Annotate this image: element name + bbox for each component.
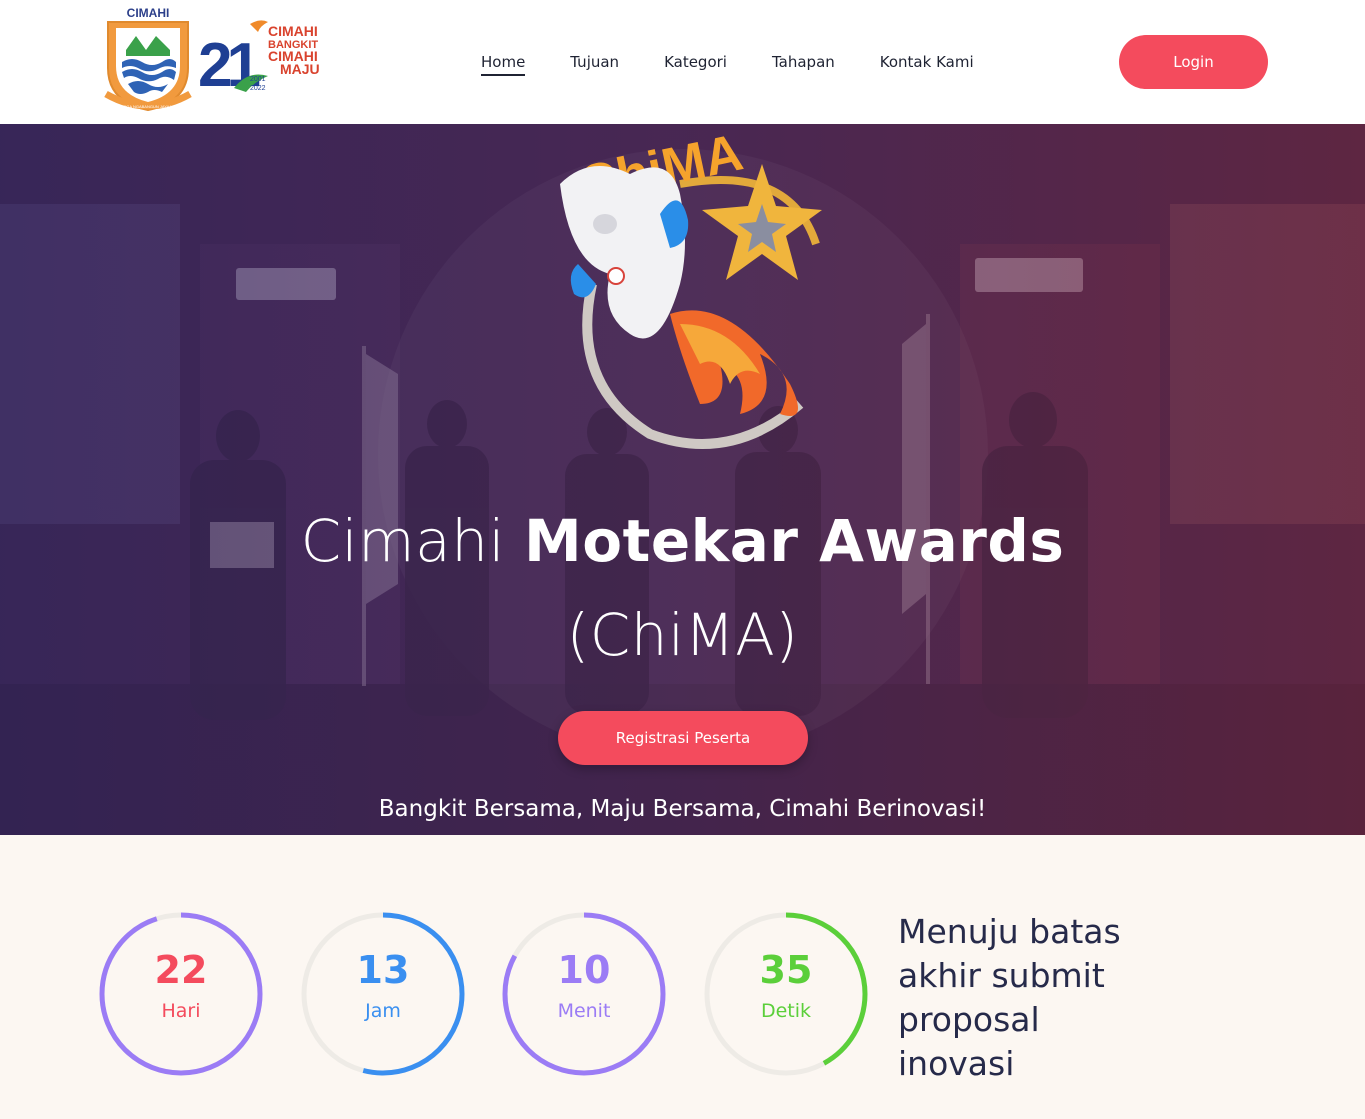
countdown-days-ring bbox=[99, 912, 263, 1076]
site-header: CIMAHI SAMANGGA NGABANGUN JAYA MANDIRI 2… bbox=[0, 0, 1365, 124]
hero-title-bold: Motekar Awards bbox=[524, 507, 1065, 575]
countdown-days-label: Hari bbox=[161, 1000, 201, 1022]
main-nav: Home Tujuan Kategori Tahapan Kontak Kami bbox=[481, 52, 1019, 76]
countdown-seconds: 35 Detik bbox=[702, 910, 870, 1078]
nav-home[interactable]: Home bbox=[481, 52, 526, 76]
countdown-hours-value: 13 bbox=[356, 948, 410, 992]
login-button[interactable]: Login bbox=[1119, 35, 1268, 89]
chima-logo-icon: ChiMA bbox=[560, 124, 822, 449]
countdown-hours-label: Jam bbox=[365, 1000, 401, 1022]
countdown-hours-ring bbox=[301, 912, 465, 1076]
countdown-seconds-ring bbox=[704, 912, 868, 1076]
deadline-text: Menuju batas akhir submit proposal inova… bbox=[898, 912, 1121, 1083]
svg-text:CIMAHI: CIMAHI bbox=[268, 23, 318, 39]
svg-text:MAJU: MAJU bbox=[280, 61, 320, 77]
countdown-hours: 13 Jam bbox=[299, 910, 467, 1078]
hero-section: ChiMA Cimahi Motekar Awards (ChiMA) Regi… bbox=[0, 124, 1365, 835]
countdown-minutes-label: Menit bbox=[557, 1000, 611, 1022]
anniversary-21-logo-icon: 21 CIMAHI BANGKIT CIMAHI MAJU 2001 2022 bbox=[198, 20, 320, 94]
hero-tagline: Bangkit Bersama, Maju Bersama, Cimahi Be… bbox=[378, 796, 987, 822]
countdown-days-value: 22 bbox=[154, 948, 208, 992]
countdown-minutes-value: 10 bbox=[557, 948, 611, 992]
svg-text:2022: 2022 bbox=[250, 85, 266, 92]
hero-title-light: Cimahi bbox=[300, 507, 525, 575]
svg-text:2001: 2001 bbox=[250, 76, 266, 83]
nav-tujuan[interactable]: Tujuan bbox=[570, 52, 619, 76]
logo-motto: SAMANGGA NGABANGUN JAYA MANDIRI bbox=[109, 104, 187, 109]
logo-city-name: CIMAHI bbox=[127, 6, 170, 20]
countdown-seconds-value: 35 bbox=[759, 948, 813, 992]
countdown-days: 22 Hari bbox=[97, 910, 265, 1078]
countdown-seconds-label: Detik bbox=[760, 1000, 812, 1022]
countdown-section: 22 Hari 13 Jam 10 Menit 35 Detik Menuju … bbox=[0, 835, 1365, 1119]
countdown-minutes: 10 Menit bbox=[500, 910, 668, 1078]
nav-kontak-kami[interactable]: Kontak Kami bbox=[880, 52, 974, 76]
countdown-minutes-ring bbox=[502, 912, 666, 1076]
nav-kategori[interactable]: Kategori bbox=[664, 52, 727, 76]
hero-title: Cimahi Motekar Awards (ChiMA) bbox=[0, 494, 1365, 682]
hero-title-line2: (ChiMA) bbox=[566, 601, 799, 669]
nav-tahapan[interactable]: Tahapan bbox=[772, 52, 835, 76]
registrasi-peserta-button[interactable]: Registrasi Peserta bbox=[558, 711, 808, 765]
cimahi-city-logo-icon[interactable]: CIMAHI SAMANGGA NGABANGUN JAYA MANDIRI bbox=[102, 6, 194, 116]
